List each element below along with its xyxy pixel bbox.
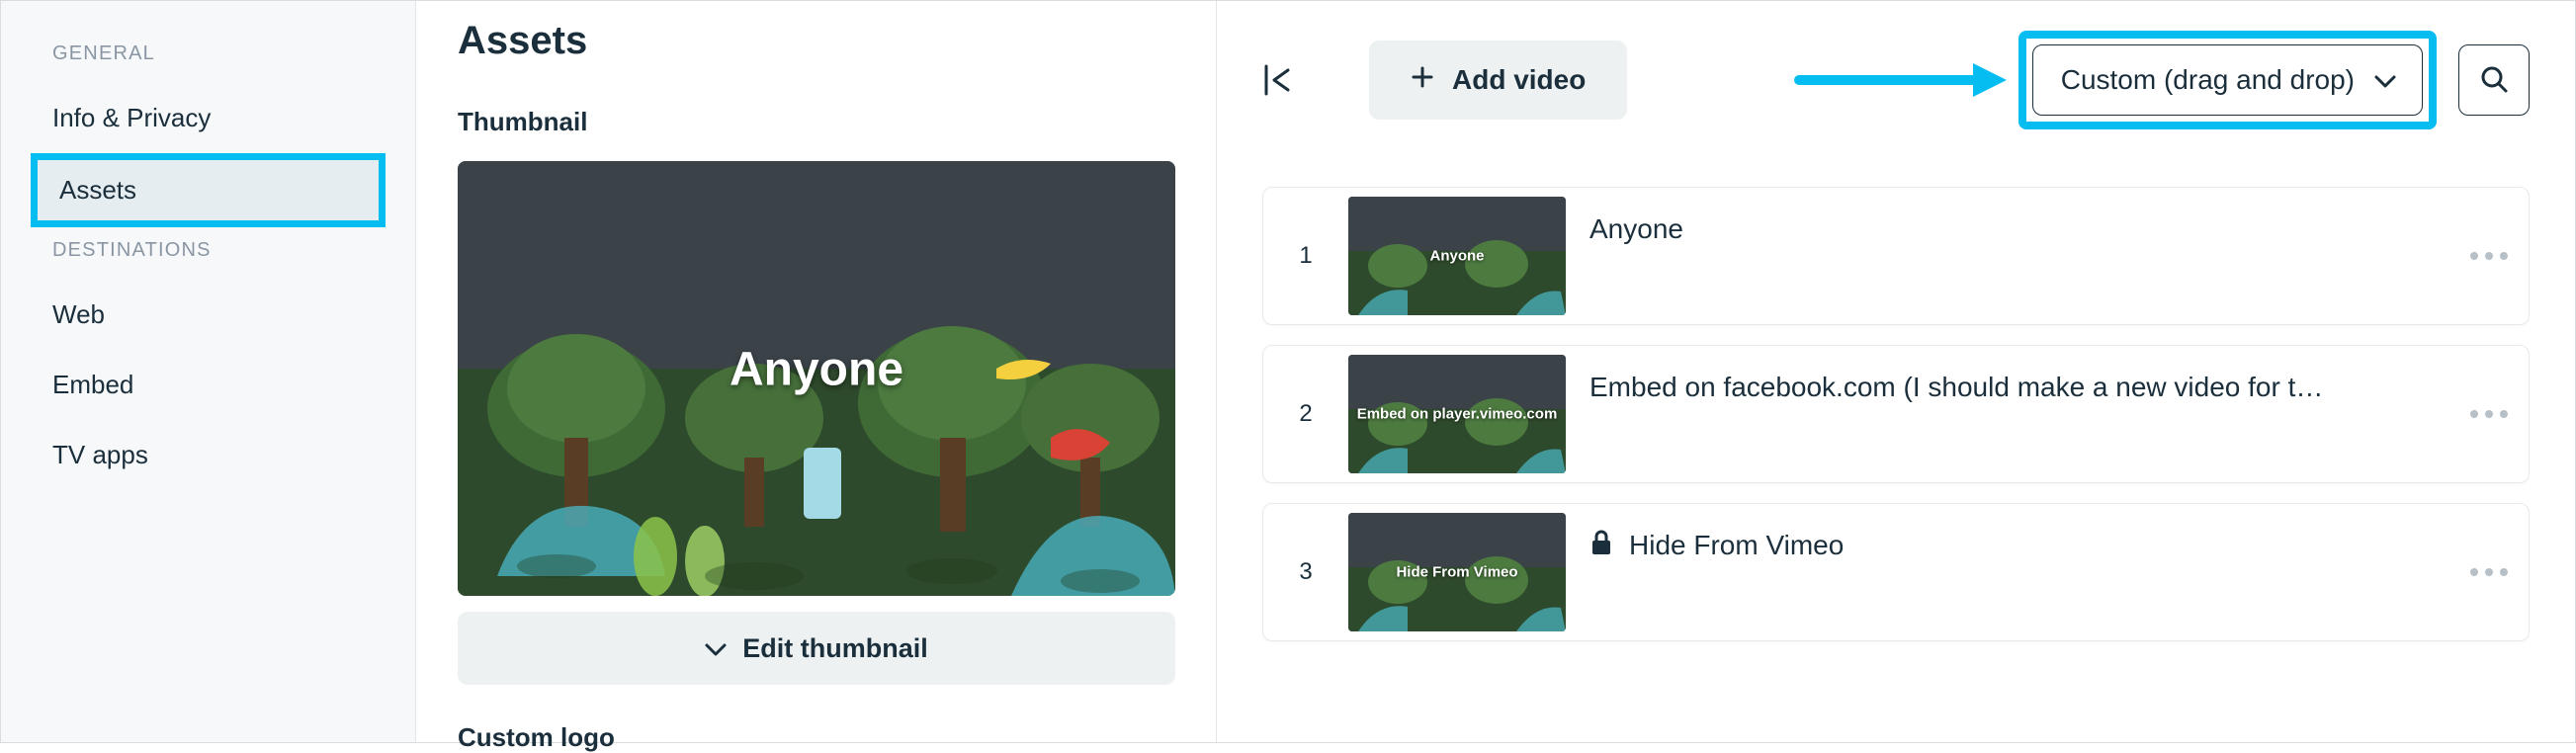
video-row-index: 1	[1263, 242, 1348, 270]
video-row-title: Anyone	[1566, 213, 2449, 298]
video-row-index: 3	[1263, 558, 1348, 586]
video-row[interactable]: 2 Embed on player.vimeo.com Embed on fac…	[1262, 345, 2530, 483]
video-row-more-button[interactable]	[2449, 568, 2529, 576]
video-row-thumbnail: Hide From Vimeo	[1348, 513, 1566, 631]
video-row-thumb-label: Hide From Vimeo	[1396, 564, 1517, 581]
sort-dropdown-label: Custom (drag and drop)	[2061, 64, 2355, 96]
video-row-thumb-label: Embed on player.vimeo.com	[1357, 406, 1558, 423]
chevron-down-icon	[705, 633, 727, 664]
search-button[interactable]	[2458, 44, 2530, 116]
thumbnail-title-overlay: Anyone	[730, 343, 903, 397]
video-row[interactable]: 1 Anyone Anyone	[1262, 187, 2530, 325]
collapse-panel-icon[interactable]	[1252, 56, 1300, 104]
edit-thumbnail-button[interactable]: Edit thumbnail	[458, 612, 1175, 685]
video-row-index: 2	[1263, 400, 1348, 428]
chevron-down-icon	[2374, 64, 2396, 96]
video-list: 1 Anyone Anyone 2 Embed on player.vimeo.…	[1252, 187, 2530, 641]
video-row-thumb-label: Anyone	[1429, 248, 1484, 265]
video-row-title: Embed on facebook.com (I should make a n…	[1566, 372, 2449, 457]
add-video-button[interactable]: Add video	[1369, 41, 1627, 120]
search-icon	[2479, 64, 2509, 97]
video-row-thumbnail: Embed on player.vimeo.com	[1348, 355, 1566, 473]
sidebar-item-assets[interactable]: Assets	[31, 153, 386, 227]
more-horizontal-icon	[2470, 410, 2508, 418]
sidebar-section-general: GENERAL	[1, 31, 415, 83]
sidebar-item-tv-apps[interactable]: TV apps	[1, 420, 415, 490]
annotation-arrow	[1791, 53, 2009, 107]
plus-icon	[1411, 64, 1434, 96]
thumbnail-heading: Thumbnail	[458, 107, 1174, 137]
right-panel: Add video Custom (drag and drop)	[1217, 1, 2575, 742]
edit-thumbnail-label: Edit thumbnail	[742, 633, 927, 664]
sidebar-item-web[interactable]: Web	[1, 280, 415, 350]
custom-logo-heading: Custom logo	[458, 722, 1174, 753]
sidebar-item-embed[interactable]: Embed	[1, 350, 415, 420]
page-title: Assets	[458, 19, 1174, 63]
more-horizontal-icon	[2470, 568, 2508, 576]
video-row-more-button[interactable]	[2449, 252, 2529, 260]
video-row[interactable]: 3 Hide From Vimeo Hide From Vimeo	[1262, 503, 2530, 641]
sort-dropdown-highlight: Custom (drag and drop)	[2018, 31, 2437, 129]
sort-dropdown[interactable]: Custom (drag and drop)	[2032, 44, 2423, 116]
sidebar-section-destinations: DESTINATIONS	[1, 227, 415, 280]
video-row-more-button[interactable]	[2449, 410, 2529, 418]
sidebar: GENERAL Info & Privacy Assets DESTINATIO…	[1, 1, 416, 742]
add-video-label: Add video	[1452, 64, 1586, 96]
app-root: GENERAL Info & Privacy Assets DESTINATIO…	[0, 0, 2576, 743]
top-row: Add video Custom (drag and drop)	[1252, 31, 2530, 129]
lock-icon	[1589, 529, 1613, 563]
video-row-title: Hide From Vimeo	[1566, 529, 2449, 617]
sidebar-item-info-privacy[interactable]: Info & Privacy	[1, 83, 415, 153]
more-horizontal-icon	[2470, 252, 2508, 260]
middle-panel: Assets Thumbnail	[416, 1, 1217, 742]
video-row-thumbnail: Anyone	[1348, 197, 1566, 315]
thumbnail-preview[interactable]: Anyone	[458, 161, 1175, 596]
